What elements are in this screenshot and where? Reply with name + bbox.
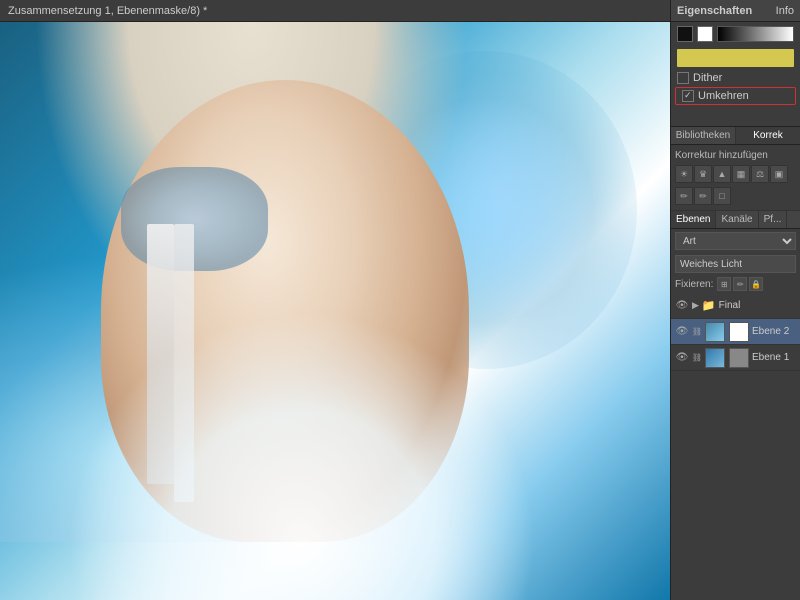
korrektur-icon-triangle[interactable]: ▲	[713, 165, 731, 183]
chain-icon-ebene2[interactable]: ⛓	[692, 325, 702, 339]
blend-mode-input[interactable]	[675, 255, 796, 273]
fix-icon-grid[interactable]: ⊞	[717, 277, 731, 291]
tab-bar: Zusammensetzung 1, Ebenenmaske/8) *	[0, 0, 670, 22]
tab-korrektur[interactable]: Korrek	[736, 127, 800, 144]
gradient-bar[interactable]	[717, 26, 794, 42]
art-dropdown[interactable]: Art	[675, 232, 796, 250]
jewel-mask	[121, 167, 268, 271]
chain-icon-ebene1[interactable]: ⛓	[692, 351, 702, 365]
tab-pfade[interactable]: Pf...	[759, 211, 788, 228]
tab-bibliotheken[interactable]: Bibliotheken	[671, 127, 736, 144]
yellow-bar[interactable]	[677, 49, 794, 67]
korrektur-section: Korrektur hinzufügen ☀ ♛ ▲ ▦ ⚖ ▣ ✏ ✏ □	[671, 145, 800, 210]
blend-mode-row	[671, 253, 800, 275]
folder-arrow-final: ▶	[692, 300, 699, 311]
korrektur-icons-row1: ☀ ♛ ▲ ▦ ⚖ ▣	[675, 163, 796, 185]
tab-ebenen[interactable]: Ebenen	[671, 211, 716, 228]
info-title: Info	[776, 5, 794, 17]
layer-item-ebene1[interactable]: 👁 ⛓ Ebene 1	[671, 345, 800, 371]
layer-item-ebene2[interactable]: 👁 ⛓ Ebene 2	[671, 319, 800, 345]
layer-name-final: Final	[719, 300, 796, 311]
fix-icon-lock[interactable]: 🔒	[749, 277, 763, 291]
korrektur-icon-box[interactable]: □	[713, 187, 731, 205]
korrektur-label: Korrektur hinzufügen	[675, 148, 796, 163]
fixieren-row: Fixieren: ⊞ ✏ 🔒	[671, 275, 800, 293]
layer-item-final[interactable]: 👁 ▶ 📁 Final	[671, 293, 800, 319]
canvas-area: Zusammensetzung 1, Ebenenmaske/8) *	[0, 0, 670, 600]
eigenschaften-title: Eigenschaften	[677, 5, 776, 17]
bibliotheken-korrektur-tabs: Bibliotheken Korrek	[671, 127, 800, 145]
black-swatch[interactable]	[677, 26, 693, 42]
white-swatch[interactable]	[697, 26, 713, 42]
panel-header-row: Eigenschaften Info	[671, 0, 800, 22]
ebenen-panel: Art Fixieren: ⊞ ✏ 🔒 👁 ▶ 📁 Final	[671, 229, 800, 600]
right-panel: Eigenschaften Info Dither Umkehren	[670, 0, 800, 600]
app-container: Zusammensetzung 1, Ebenenmaske/8) * Eige…	[0, 0, 800, 600]
korrektur-icon-crown[interactable]: ♛	[694, 165, 712, 183]
korrektur-icon-sun[interactable]: ☀	[675, 165, 693, 183]
korrektur-icon-edit1[interactable]: ✏	[675, 187, 693, 205]
gradient-row	[671, 22, 800, 46]
fix-icon-pen[interactable]: ✏	[733, 277, 747, 291]
layer-mask-ebene1	[729, 348, 749, 368]
tab-label: Zusammensetzung 1, Ebenenmaske/8) *	[8, 5, 207, 17]
dither-row: Dither	[671, 70, 800, 86]
korrektur-icon-grid[interactable]: ▦	[732, 165, 750, 183]
korrektur-icon-scale[interactable]: ⚖	[751, 165, 769, 183]
umkehren-label: Umkehren	[698, 90, 749, 102]
white-cloud	[67, 311, 536, 600]
umkehren-row: Umkehren	[675, 87, 796, 105]
eye-icon-ebene1[interactable]: 👁	[675, 351, 689, 365]
korrektur-icon-square[interactable]: ▣	[770, 165, 788, 183]
eye-icon-final[interactable]: 👁	[675, 299, 689, 313]
layer-name-ebene2: Ebene 2	[752, 326, 796, 337]
ebenen-controls: Art	[671, 229, 800, 253]
fixieren-label: Fixieren:	[675, 279, 713, 290]
ebenen-tabs: Ebenen Kanäle Pf...	[671, 210, 800, 229]
spacer	[671, 106, 800, 126]
dither-label: Dither	[693, 72, 722, 84]
layer-mask-ebene2	[729, 322, 749, 342]
folder-icon-final: 📁	[702, 299, 716, 312]
layer-name-ebene1: Ebene 1	[752, 352, 796, 363]
korrektur-icon-edit2[interactable]: ✏	[694, 187, 712, 205]
layer-thumb-ebene2	[705, 322, 725, 342]
eigenschaften-panel: Eigenschaften Info Dither Umkehren	[671, 0, 800, 127]
umkehren-checkbox[interactable]	[682, 90, 694, 102]
layer-thumb-ebene1	[705, 348, 725, 368]
dither-checkbox[interactable]	[677, 72, 689, 84]
canvas-image	[0, 22, 670, 600]
tab-kanaele[interactable]: Kanäle	[716, 211, 758, 228]
eye-icon-ebene2[interactable]: 👁	[675, 325, 689, 339]
korrektur-icons-row2: ✏ ✏ □	[675, 185, 796, 207]
